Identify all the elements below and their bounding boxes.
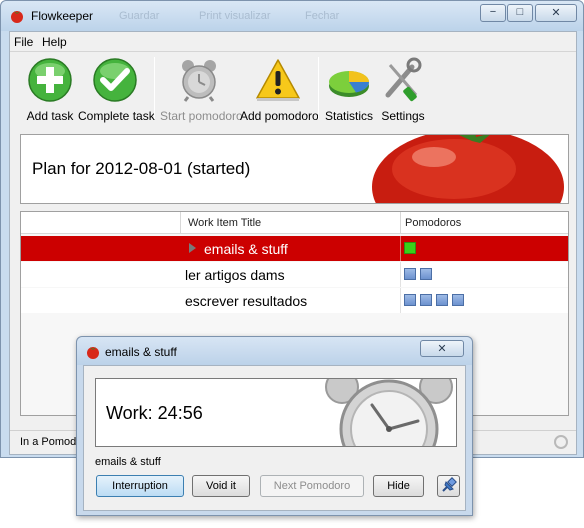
table-row[interactable]: ler artigos dams [21, 262, 568, 287]
settings-label: Settings [381, 109, 425, 123]
window-title: Flowkeeper [31, 9, 94, 23]
timer-panel: Work: 24:56 [95, 378, 457, 447]
add-task-button[interactable]: Add task [24, 55, 76, 123]
check-icon [93, 58, 137, 102]
add-pomodoro-button[interactable]: Add pomodoro [240, 55, 319, 123]
minimize-icon: − [489, 6, 497, 18]
popup-client-area: Work: 24:56 emails & stuff Interruption … [83, 365, 466, 511]
start-pomodoro-button[interactable]: Start pomodoro [160, 55, 243, 123]
pomodoro-box [404, 268, 416, 280]
ghost-tab-guardar: Guardar [119, 10, 160, 22]
close-icon: ✕ [551, 7, 561, 19]
expand-arrow-icon[interactable] [189, 243, 196, 253]
pomodoro-popup-window: emails & stuff ✕ Work: 24:56 emails & st… [76, 336, 473, 516]
row-title: escrever resultados [185, 293, 308, 309]
ghost-tab-print: Print visualizar [199, 10, 271, 22]
tools-icon [385, 57, 422, 102]
popup-title: emails & stuff [105, 345, 177, 359]
statistics-label: Statistics [324, 109, 373, 123]
statistics-button[interactable]: Statistics [324, 55, 374, 123]
timer-text: Work: 24:56 [106, 403, 203, 423]
pin-icon [442, 477, 457, 492]
void-button[interactable]: Void it [192, 475, 250, 497]
pie-chart-icon [329, 71, 370, 97]
cell-divider [400, 236, 401, 261]
menu-help[interactable]: Help [42, 35, 67, 49]
tomato-icon [11, 11, 23, 23]
complete-task-label: Complete task [78, 109, 155, 123]
pin-button[interactable] [437, 475, 460, 497]
menu-bar: File Help [10, 32, 576, 52]
alarm-clock-icon [182, 60, 216, 102]
current-task-label: emails & stuff [95, 456, 161, 468]
alarm-clock-icon [325, 379, 453, 446]
popup-close-button[interactable]: ✕ [420, 340, 464, 357]
toolbar-separator [318, 57, 319, 119]
toolbar-separator [154, 57, 155, 119]
column-header-pomodoros[interactable]: Pomodoros [405, 217, 461, 229]
close-icon: ✕ [437, 343, 447, 355]
start-pomodoro-label: Start pomodoro [160, 109, 243, 123]
tomato-icon [87, 347, 99, 359]
settings-button[interactable]: Settings [380, 55, 426, 123]
maximize-button[interactable]: □ [507, 4, 533, 22]
pomodoro-box [420, 268, 432, 280]
pomodoro-box [436, 294, 448, 306]
title-bar[interactable]: Flowkeeper Guardar Print visualizar Fech… [1, 1, 583, 31]
pomodoro-box [420, 294, 432, 306]
add-task-label: Add task [26, 109, 74, 123]
cell-divider [400, 288, 401, 313]
table-row[interactable]: escrever resultados [21, 288, 568, 313]
progress-ring-icon [554, 435, 568, 449]
table-row-selected[interactable]: emails & stuff [21, 236, 568, 261]
maximize-icon: □ [516, 6, 524, 18]
popup-title-bar[interactable]: emails & stuff ✕ [77, 337, 472, 365]
plan-title: Plan for 2012-08-01 (started) [32, 159, 251, 178]
header-divider [400, 212, 401, 234]
add-pomodoro-label: Add pomodoro [240, 109, 319, 123]
plan-header: Plan for 2012-08-01 (started) [20, 134, 569, 204]
minimize-button[interactable]: − [480, 4, 506, 22]
ghost-tab-fechar: Fechar [305, 10, 340, 22]
close-button[interactable]: ✕ [535, 4, 577, 22]
complete-task-button[interactable]: Complete task [78, 55, 155, 123]
warning-icon [256, 59, 300, 101]
hide-button[interactable]: Hide [373, 475, 424, 497]
column-header-title[interactable]: Work Item Title [188, 217, 261, 229]
pomodoro-box [452, 294, 464, 306]
menu-file[interactable]: File [14, 35, 33, 49]
row-title: ler artigos dams [185, 267, 285, 283]
pomodoro-box [404, 294, 416, 306]
tomato-image [372, 135, 564, 203]
add-icon [28, 58, 72, 102]
row-title: emails & stuff [204, 241, 288, 257]
next-pomodoro-button[interactable]: Next Pomodoro [260, 475, 364, 497]
toolbar: Add task Complete task Start pomodoro Ad… [10, 53, 576, 125]
interruption-button[interactable]: Interruption [96, 475, 184, 497]
header-divider [180, 212, 181, 234]
cell-divider [400, 262, 401, 287]
table-header: Work Item Title Pomodoros [21, 212, 568, 234]
pomodoro-completed-box [404, 242, 416, 254]
